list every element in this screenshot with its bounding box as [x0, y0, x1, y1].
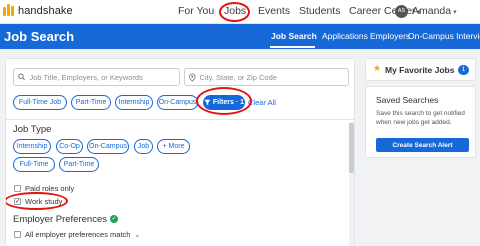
handshake-logo[interactable]: handshake: [3, 4, 73, 17]
saved-searches-card: Saved Searches Save this search to get n…: [365, 86, 476, 158]
favorite-jobs-card[interactable]: ★ My Favorite Jobs 1: [365, 58, 476, 81]
paid-roles-checkbox[interactable]: [14, 185, 21, 192]
employer-prefs-checkbox-row[interactable]: All employer preferences match ⌄: [14, 230, 140, 239]
filter-funnel-icon: [204, 99, 211, 106]
nav-events[interactable]: Events: [258, 5, 290, 17]
job-type-job[interactable]: Job: [134, 139, 153, 154]
work-study-checkbox[interactable]: ✓: [14, 198, 21, 205]
search-icon: [18, 73, 26, 81]
employer-prefs-label: All employer preferences match: [25, 230, 131, 239]
scrollbar-thumb[interactable]: [349, 123, 354, 173]
divider: [6, 119, 354, 120]
handshake-logo-icon: [3, 4, 16, 17]
job-type-more[interactable]: + More: [157, 139, 190, 154]
paid-roles-checkbox-row[interactable]: Paid roles only: [14, 184, 74, 193]
saved-searches-title: Saved Searches: [376, 95, 439, 105]
favorite-count-badge: 1: [458, 65, 469, 75]
location-pin-icon: [189, 72, 196, 82]
quick-filter-internship[interactable]: Internship: [115, 95, 153, 110]
employer-preferences-label: Employer Preferences: [13, 214, 107, 225]
tab-job-search[interactable]: Job Search: [271, 31, 317, 41]
nav-for-you[interactable]: For You: [178, 5, 214, 17]
location-search-input[interactable]: [199, 72, 348, 82]
clear-all-link[interactable]: Clear All: [248, 98, 276, 107]
logo-text: handshake: [18, 4, 73, 17]
location-search-field[interactable]: [184, 68, 349, 86]
nav-jobs[interactable]: Jobs: [224, 5, 246, 17]
quick-filter-part-time[interactable]: Part-Time: [71, 95, 111, 110]
job-type-co-op[interactable]: Co-Op: [56, 139, 83, 154]
chevron-down-icon: ▾: [453, 9, 457, 16]
job-type-part-time[interactable]: Part-Time: [59, 157, 99, 172]
user-menu[interactable]: Amanda ▾: [412, 5, 457, 17]
user-name: Amanda: [412, 5, 452, 17]
keyword-search-field[interactable]: [13, 68, 180, 86]
quick-filter-on-campus[interactable]: On-Campus: [157, 95, 198, 110]
tab-applications[interactable]: Applications: [322, 31, 368, 41]
tab-employers[interactable]: Employers: [370, 31, 410, 41]
search-panel: Full-Time Job Part-Time Internship On-Ca…: [5, 58, 355, 246]
top-nav: handshake For You Jobs Events Students C…: [0, 0, 480, 24]
star-icon: ★: [373, 63, 382, 73]
job-type-full-time[interactable]: Full-Time: [13, 157, 55, 172]
work-study-label: Work study: [25, 197, 63, 206]
filters-button[interactable]: Filters · 1: [203, 95, 245, 110]
keyword-search-input[interactable]: [29, 72, 179, 82]
active-tab-indicator: [270, 46, 315, 48]
tab-on-campus-interviews[interactable]: On-Campus Interviews: [408, 31, 480, 41]
check-circle-icon: ✓: [109, 215, 118, 224]
favorite-jobs-label: My Favorite Jobs: [385, 65, 455, 75]
job-type-on-campus[interactable]: On-Campus: [87, 139, 129, 154]
work-study-checkbox-row[interactable]: ✓ Work study: [14, 197, 62, 206]
create-search-alert-button[interactable]: Create Search Alert: [376, 138, 469, 152]
job-type-title: Job Type: [13, 124, 52, 135]
avatar[interactable]: AS: [395, 5, 408, 18]
job-type-internship[interactable]: Internship: [13, 139, 51, 154]
nav-students[interactable]: Students: [299, 5, 340, 17]
page-title: Job Search: [4, 29, 75, 44]
quick-filter-full-time-job[interactable]: Full-Time Job: [13, 95, 67, 110]
filters-button-label: Filters · 1: [212, 99, 244, 106]
employer-prefs-checkbox[interactable]: [14, 231, 21, 238]
employer-preferences-title: Employer Preferences ✓: [13, 214, 118, 225]
paid-roles-label: Paid roles only: [25, 184, 75, 193]
nav-career-center[interactable]: Career Center ▾: [349, 5, 421, 17]
section-header: Job Search Job Search Applications Emplo…: [0, 24, 480, 49]
chevron-down-icon: ⌄: [134, 231, 141, 239]
saved-searches-description: Save this search to get notified when ne…: [376, 110, 465, 126]
